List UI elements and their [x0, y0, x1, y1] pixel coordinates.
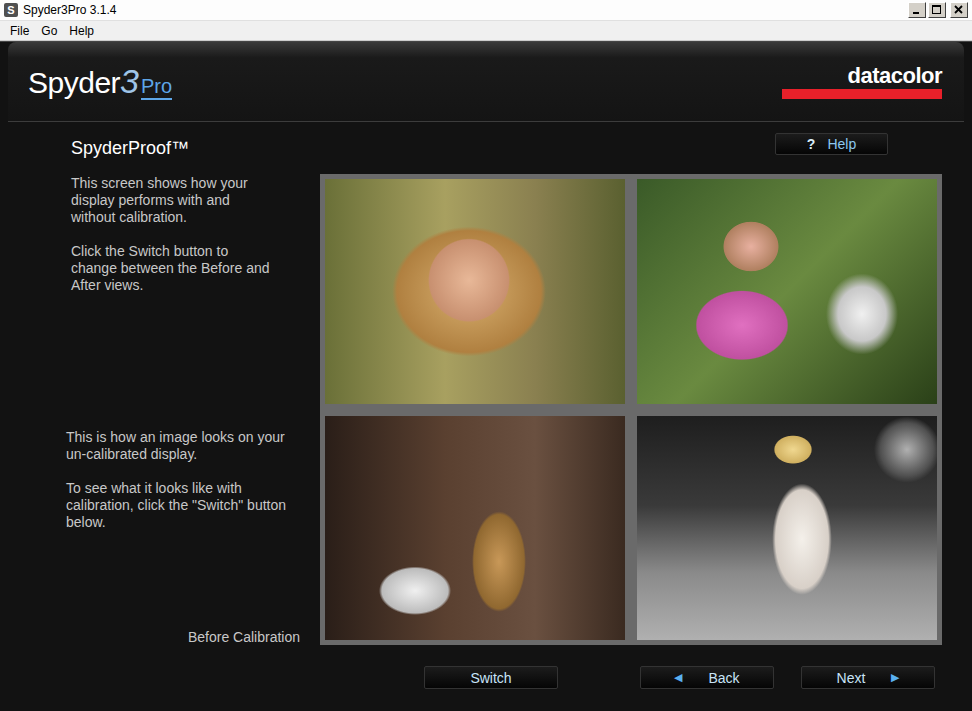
app-icon: S: [4, 3, 18, 17]
help-button[interactable]: ?Help: [775, 133, 888, 155]
intro-paragraph: This screen shows how your display perfo…: [71, 175, 271, 226]
switch-button[interactable]: Switch: [424, 666, 558, 689]
app-window: S Spyder3Pro 3.1.4 FileGoHelp Spyder3Pro dat…: [0, 0, 972, 711]
sample-photo: [325, 416, 625, 641]
next-arrow-icon: ▶: [891, 671, 899, 684]
sample-photo: [637, 179, 937, 404]
intro-text: This screen shows how your display perfo…: [66, 175, 271, 311]
proof-panel: ?Help: [320, 122, 942, 645]
help-icon: ?: [807, 136, 816, 152]
mode-label: Before Calibration: [66, 629, 320, 645]
header: Spyder3Pro datacolor: [8, 42, 964, 122]
next-button[interactable]: Next▶: [801, 666, 935, 689]
menu-item[interactable]: Help: [63, 24, 100, 38]
button-bar: Switch ◀Back Next▶: [0, 666, 972, 689]
menu-bar: FileGoHelp: [0, 21, 972, 41]
description-panel: SpyderProof™ This screen shows how your d…: [66, 122, 320, 645]
status-paragraph: To see what it looks like with calibrati…: [66, 480, 291, 531]
sample-photo: [325, 179, 625, 404]
page-title: SpyderProof™: [66, 138, 320, 159]
window-controls: [908, 2, 968, 18]
sample-photo: [637, 416, 937, 641]
menu-item[interactable]: File: [4, 24, 35, 38]
datacolor-logo: datacolor: [782, 65, 942, 99]
window-title: Spyder3Pro 3.1.4: [23, 3, 908, 17]
maximize-button[interactable]: [928, 2, 946, 18]
title-bar: S Spyder3Pro 3.1.4: [0, 0, 972, 21]
status-paragraph: This is how an image looks on your un-ca…: [66, 429, 291, 463]
back-arrow-icon: ◀: [674, 671, 682, 684]
app-body: Spyder3Pro datacolor SpyderProof™ This scre…: [0, 41, 972, 711]
maximize-icon: [929, 3, 945, 17]
minimize-icon: [909, 3, 925, 17]
back-button[interactable]: ◀Back: [640, 666, 774, 689]
close-button[interactable]: [950, 2, 968, 18]
close-icon: [951, 3, 967, 17]
spyder-logo: Spyder3Pro: [28, 62, 172, 101]
content: SpyderProof™ This screen shows how your d…: [8, 122, 964, 645]
intro-paragraph: Click the Switch button to change betwee…: [71, 243, 271, 294]
photo-grid: [320, 174, 942, 645]
minimize-button[interactable]: [908, 2, 926, 18]
menu-item[interactable]: Go: [35, 24, 63, 38]
status-text: This is how an image looks on your un-ca…: [66, 429, 291, 548]
logo-bar: [782, 89, 942, 99]
